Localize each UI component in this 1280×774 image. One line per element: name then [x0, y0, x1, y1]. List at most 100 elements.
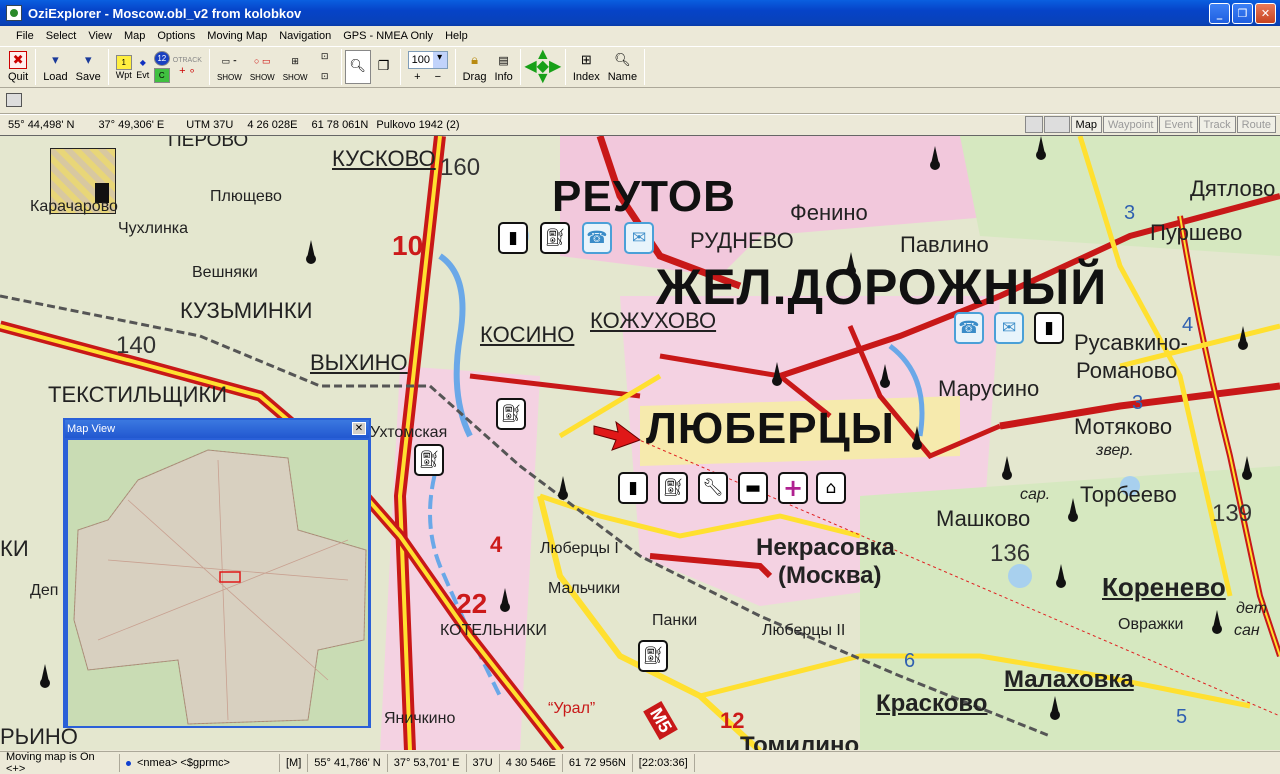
fuel-station-icon: ⛽︎: [638, 640, 668, 672]
status-mode: [M]: [280, 754, 309, 772]
save-map-icon[interactable]: [1043, 116, 1070, 133]
save-button[interactable]: ▾ Save: [72, 47, 105, 87]
map-label: Пуршево: [1150, 220, 1243, 245]
menu-options[interactable]: Options: [151, 30, 201, 42]
pin-icon: [1048, 696, 1062, 720]
river-marker: 5: [1176, 706, 1188, 728]
map-label: (Москва): [778, 562, 882, 589]
menu-navigation[interactable]: Navigation: [273, 30, 337, 42]
map-label: сан: [1234, 622, 1260, 639]
map-label: Некрасовка: [756, 534, 895, 561]
name-search-icon: 🔍︎: [614, 52, 631, 67]
event-icon: ◆: [139, 57, 146, 67]
otrack-button[interactable]: OTRACK + ∘: [173, 57, 202, 77]
pin-icon: [38, 664, 52, 688]
evt-button[interactable]: ◆ Evt: [135, 55, 151, 80]
object-type-buttons: Map Waypoint Event Track Route: [1024, 116, 1276, 133]
gps-status-dot-icon: [126, 760, 131, 766]
show-route-button[interactable]: ○ ▭ SHOW: [246, 47, 279, 87]
road-number: 22: [456, 588, 488, 619]
menu-moving-map[interactable]: Moving Map: [201, 30, 273, 42]
name-search-button[interactable]: 🔍︎ Name: [604, 47, 641, 87]
datum: Pulkovo 1942 (2): [376, 118, 460, 131]
utm-zone: UTM 37U: [186, 118, 234, 131]
zoom-level-select[interactable]: 100: [407, 51, 448, 69]
pin-icon: [1210, 610, 1224, 634]
plus-icon: + ∘: [179, 65, 196, 77]
track-tab-button[interactable]: Track: [1198, 116, 1236, 133]
waypoint-tab-button[interactable]: Waypoint: [1102, 116, 1159, 133]
info-icon: ▤: [498, 54, 509, 67]
map-tab-button[interactable]: Map: [1070, 116, 1102, 133]
mail-icon: ✉: [994, 312, 1024, 344]
pin-icon: [498, 588, 512, 612]
quit-button[interactable]: ✖ Quit: [4, 47, 32, 87]
map-window-button[interactable]: ❐: [371, 47, 397, 87]
waypoint-icon: 1: [115, 54, 132, 70]
map-label: Марусино: [938, 376, 1040, 401]
event-tab-button[interactable]: Event: [1159, 116, 1198, 133]
road-number: 12: [720, 708, 745, 733]
route-tab-button[interactable]: Route: [1236, 116, 1276, 133]
drag-button[interactable]: 🔒︎ Drag: [459, 47, 491, 87]
map-label: КИ: [0, 536, 29, 561]
pin-icon: [1054, 564, 1068, 588]
map-label: 139: [1212, 500, 1253, 527]
gps-latitude: 55° 41,786' N: [308, 754, 388, 772]
phone-icon: ☎: [582, 222, 612, 254]
zoom-tool-button[interactable]: 🔍︎: [344, 50, 371, 84]
route-icon: 12: [153, 51, 170, 66]
close-button[interactable]: ✕: [1255, 2, 1276, 24]
map-label: Люберцы I: [540, 540, 619, 557]
menu-gps[interactable]: GPS - NMEA Only: [337, 30, 439, 42]
oziexplorer-window: OziExplorer - Moscow.obl_v2 from kolobko…: [0, 0, 1280, 774]
maximize-button[interactable]: ❐: [1232, 2, 1253, 24]
index-icon: ⊞: [580, 52, 592, 67]
menu-map[interactable]: Map: [118, 30, 151, 42]
map-label: Овражки: [1118, 616, 1184, 633]
map-view-overview[interactable]: [68, 440, 368, 726]
load-button[interactable]: ▾ Load: [39, 47, 71, 87]
map-label: 160: [440, 154, 481, 181]
river-marker: 4: [1182, 314, 1194, 336]
map-view-title: Map View: [67, 423, 116, 435]
menu-bar: File Select View Map Options Moving Map …: [0, 26, 1280, 45]
map-view-close-icon[interactable]: ✕: [352, 422, 366, 435]
route-button[interactable]: 12 C: [153, 51, 170, 83]
pin-icon: [878, 364, 892, 388]
info-button[interactable]: ▤ Info: [490, 47, 516, 87]
map-image-icon[interactable]: [1024, 116, 1043, 133]
road-number: 4: [490, 532, 503, 557]
map-label: Фенино: [790, 200, 868, 225]
menu-help[interactable]: Help: [439, 30, 474, 42]
minimize-button[interactable]: _: [1209, 2, 1230, 24]
map-canvas[interactable]: ПЕРОВО КУСКОВО 160 Карачарово Плющево Чу…: [0, 135, 1280, 750]
info-label: Info: [494, 71, 513, 83]
index-button[interactable]: ⊞ Index: [569, 47, 604, 87]
map-view-window[interactable]: Map View ✕: [63, 418, 371, 728]
track-icon: ▭ ⁃: [221, 56, 238, 66]
main-toolbar: ✖ Quit ▾ Load ▾ Save 1 Wpt ◆ Evt 12 C OT…: [0, 46, 1280, 88]
menu-view[interactable]: View: [82, 30, 118, 42]
map-tool-icon[interactable]: [6, 93, 22, 107]
zoom-in-icon[interactable]: +: [414, 71, 420, 83]
map-label: КОТЕЛЬНИКИ: [440, 622, 547, 639]
toolbar-separator: [519, 49, 521, 85]
pin-icon: [928, 146, 942, 170]
menu-select[interactable]: Select: [40, 30, 83, 42]
map-label: Томилино: [740, 732, 860, 750]
pan-control[interactable]: ▲ ◀◆▶ ▼: [524, 47, 562, 87]
wpt-button[interactable]: 1 Wpt: [115, 54, 132, 80]
zoom-out-icon[interactable]: −: [435, 71, 441, 83]
show-track-button[interactable]: ▭ ⁃ SHOW: [213, 47, 246, 87]
map-label: КУЗЬМИНКИ: [180, 298, 313, 323]
lock-icon: 🔒︎: [471, 52, 478, 67]
menu-file[interactable]: File: [10, 30, 40, 42]
line-button[interactable]: ⊡ ⊡: [312, 47, 338, 87]
route-show-icon: ○ ▭: [254, 56, 271, 66]
checkpoint-icon: ▮: [618, 472, 648, 504]
show-map-button[interactable]: ⊞ SHOW: [279, 47, 312, 87]
city-label-zheldor: ЖЕЛ.ДОРОЖНЫЙ: [656, 259, 1108, 315]
map-view-title-bar[interactable]: Map View: [65, 420, 369, 438]
river-marker: 3: [1124, 202, 1136, 224]
